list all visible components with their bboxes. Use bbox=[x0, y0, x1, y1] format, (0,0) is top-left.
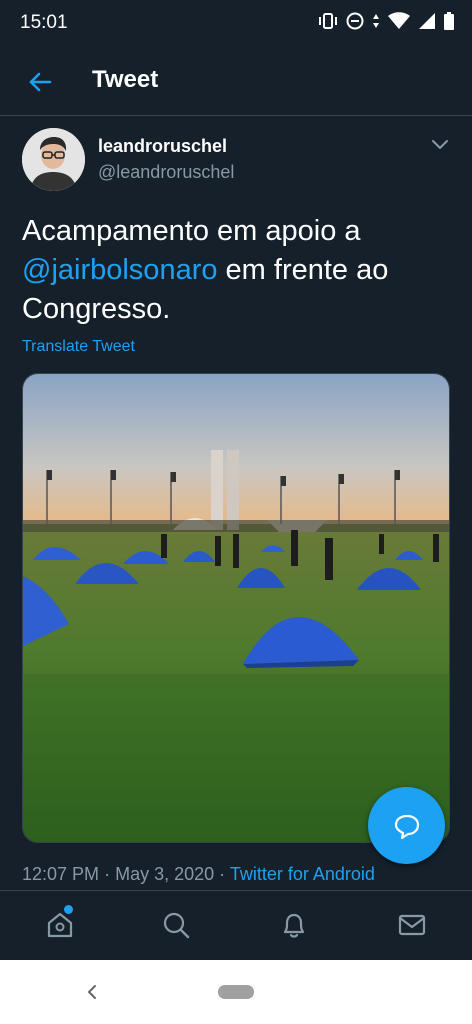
tweet-date: May 3, 2020 bbox=[115, 864, 215, 884]
author-display-name[interactable]: leandroruschel bbox=[98, 136, 227, 157]
system-back-button[interactable] bbox=[82, 980, 102, 1004]
envelope-icon bbox=[398, 914, 426, 936]
search-icon bbox=[163, 912, 190, 939]
battery-icon bbox=[444, 12, 454, 35]
tweet-text: Acampamento em apoio a @jairbolsonaro em… bbox=[22, 212, 452, 329]
status-time: 15:01 bbox=[20, 12, 68, 33]
tweet-options-button[interactable] bbox=[428, 135, 452, 155]
meta-separator: · bbox=[104, 864, 111, 884]
nav-home[interactable] bbox=[42, 905, 78, 943]
tweet-source-link[interactable]: Twitter for Android bbox=[230, 864, 375, 884]
tweet-metadata: 12:07 PM · May 3, 2020 · Twitter for And… bbox=[22, 864, 375, 885]
dnd-icon bbox=[346, 12, 364, 35]
status-bar: 15:01 bbox=[0, 0, 472, 48]
wifi-icon bbox=[388, 12, 410, 35]
system-nav-bar bbox=[0, 960, 472, 1024]
vibrate-icon bbox=[318, 12, 338, 35]
chevron-down-icon bbox=[432, 140, 448, 149]
system-home-pill[interactable] bbox=[218, 985, 254, 999]
arrow-left-icon bbox=[29, 72, 52, 92]
tweet-time: 12:07 PM bbox=[22, 864, 100, 884]
tweet-photo[interactable] bbox=[22, 373, 450, 843]
bell-icon bbox=[283, 913, 305, 938]
page-title: Tweet bbox=[92, 66, 159, 93]
mention-link[interactable]: @jairbolsonaro bbox=[22, 254, 217, 286]
home-icon bbox=[47, 912, 73, 938]
tweet-text-part: Acampamento em apoio a bbox=[22, 215, 361, 247]
nav-notifications[interactable] bbox=[276, 907, 312, 943]
translate-tweet-link[interactable]: Translate Tweet bbox=[22, 338, 135, 356]
bottom-nav bbox=[0, 890, 472, 960]
back-button[interactable] bbox=[22, 64, 58, 100]
author-handle[interactable]: @leandroruschel bbox=[98, 162, 234, 183]
notification-dot bbox=[64, 905, 73, 914]
avatar[interactable] bbox=[22, 128, 85, 191]
app-header: Tweet bbox=[0, 48, 472, 116]
nav-search[interactable] bbox=[158, 907, 194, 943]
nav-messages[interactable] bbox=[394, 907, 430, 943]
chevron-left-icon bbox=[88, 985, 96, 999]
data-arrows-icon bbox=[372, 12, 380, 35]
status-icons bbox=[318, 12, 454, 35]
signal-icon bbox=[418, 12, 436, 35]
reply-bubble-icon bbox=[394, 814, 419, 839]
reply-fab-button[interactable] bbox=[368, 787, 445, 864]
meta-separator: · bbox=[219, 864, 226, 884]
